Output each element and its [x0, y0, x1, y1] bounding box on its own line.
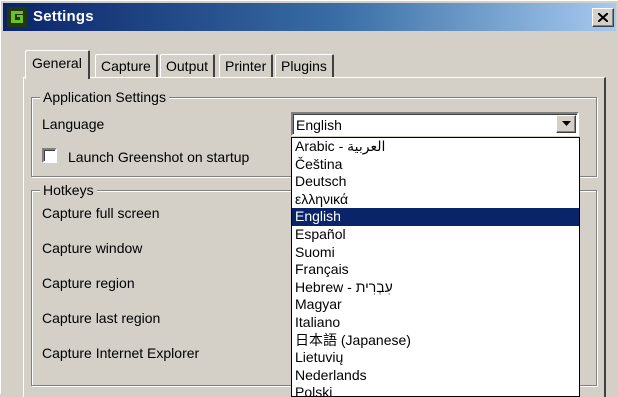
- close-button[interactable]: [592, 8, 614, 27]
- language-option[interactable]: Čeština: [292, 156, 579, 174]
- launch-on-startup-label[interactable]: Launch Greenshot on startup: [68, 148, 249, 166]
- hotkeys-title: Hotkeys: [40, 181, 97, 199]
- settings-window: Settings General Capture Output Printer …: [0, 0, 618, 397]
- language-option[interactable]: Arabic - العربية: [292, 138, 579, 156]
- chevron-down-icon: [562, 121, 571, 126]
- language-option[interactable]: Magyar: [292, 296, 579, 314]
- tab-general[interactable]: General: [25, 50, 90, 79]
- title-bar[interactable]: Settings: [3, 3, 616, 31]
- application-settings-title: Application Settings: [40, 88, 169, 106]
- language-option[interactable]: Lietuvių: [292, 349, 579, 367]
- language-dropdown-list[interactable]: Arabic - العربية Čeština Deutsch ελληνικ…: [291, 137, 580, 397]
- language-option[interactable]: Suomi: [292, 244, 579, 262]
- language-option[interactable]: ελληνικά: [292, 191, 579, 209]
- hotkey-label: Capture region: [42, 275, 135, 291]
- hotkey-label: Capture window: [42, 240, 143, 256]
- hotkey-label: Capture last region: [42, 310, 161, 326]
- language-label: Language: [42, 116, 105, 132]
- language-option[interactable]: Français: [292, 261, 579, 279]
- close-icon: [598, 13, 608, 22]
- language-option[interactable]: Nederlands: [292, 367, 579, 385]
- window-title: Settings: [33, 8, 94, 25]
- language-option[interactable]: Deutsch: [292, 173, 579, 191]
- greenshot-icon: [7, 7, 27, 27]
- language-option[interactable]: Español: [292, 226, 579, 244]
- language-option[interactable]: 日本語 (Japanese): [292, 332, 579, 350]
- language-option[interactable]: Italiano: [292, 314, 579, 332]
- hotkey-label: Capture Internet Explorer: [42, 345, 200, 361]
- hotkey-label: Capture full screen: [42, 205, 160, 221]
- language-select-value: English: [296, 117, 342, 133]
- launch-on-startup-checkbox[interactable]: [42, 148, 57, 163]
- language-select[interactable]: English: [291, 112, 579, 136]
- tab-printer[interactable]: Printer: [219, 54, 274, 78]
- tab-output[interactable]: Output: [160, 54, 216, 78]
- tab-plugins[interactable]: Plugins: [275, 54, 334, 78]
- language-option[interactable]: Polski: [292, 384, 579, 396]
- tab-capture[interactable]: Capture: [95, 54, 158, 78]
- language-option[interactable]: English: [292, 208, 579, 226]
- dropdown-button[interactable]: [556, 115, 576, 133]
- language-option[interactable]: Hebrew - עִבְרִית: [292, 279, 579, 297]
